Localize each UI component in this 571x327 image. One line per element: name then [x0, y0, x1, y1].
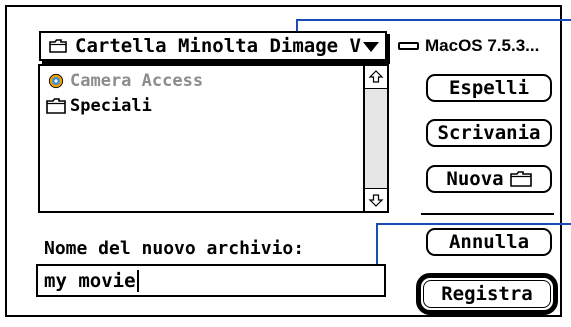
new-folder-button[interactable]: Nuova — [426, 165, 552, 193]
callout-line-bottom — [376, 223, 571, 225]
application-icon — [48, 73, 64, 89]
text-cursor — [136, 269, 139, 292]
file-list[interactable]: Camera Access Speciali — [38, 64, 389, 213]
list-item-speciali[interactable]: Speciali — [46, 95, 152, 117]
list-item-label: Speciali — [70, 96, 152, 116]
callout-line-top — [296, 19, 571, 21]
disk-label: MacOS 7.5.3... — [425, 36, 540, 55]
eject-button[interactable]: Espelli — [426, 74, 552, 102]
folder-icon — [46, 98, 66, 114]
save-button[interactable]: Registra — [416, 273, 558, 315]
desktop-button[interactable]: Scrivania — [426, 119, 552, 147]
disk-name[interactable]: MacOS 7.5.3... — [398, 32, 539, 60]
file-name-label: Nome del nuovo archivio: — [44, 238, 305, 259]
disk-icon — [398, 42, 419, 50]
default-button-ring — [423, 280, 551, 308]
cancel-button[interactable]: Annulla — [426, 228, 552, 256]
scroll-down-arrow-icon[interactable] — [365, 188, 387, 211]
cancel-button-label: Annulla — [448, 231, 530, 253]
new-folder-button-label: Nuova — [446, 168, 504, 190]
separator — [421, 213, 554, 215]
vertical-scrollbar[interactable] — [363, 66, 387, 211]
scroll-up-arrow-icon[interactable] — [365, 66, 387, 89]
list-item-label: Camera Access — [70, 71, 204, 91]
eject-button-label: Espelli — [448, 77, 530, 99]
file-name-value: my movie — [44, 269, 136, 292]
file-name-input[interactable]: my movie — [36, 264, 386, 297]
folder-icon — [49, 39, 67, 53]
chevron-down-icon — [363, 42, 379, 52]
desktop-button-label: Scrivania — [437, 122, 541, 144]
folder-icon — [509, 171, 532, 187]
folder-popup-menu[interactable]: Cartella Minolta Dimage V — [39, 31, 387, 61]
list-item-camera-access[interactable]: Camera Access — [46, 70, 203, 92]
folder-popup-label: Cartella Minolta Dimage V — [75, 35, 361, 57]
